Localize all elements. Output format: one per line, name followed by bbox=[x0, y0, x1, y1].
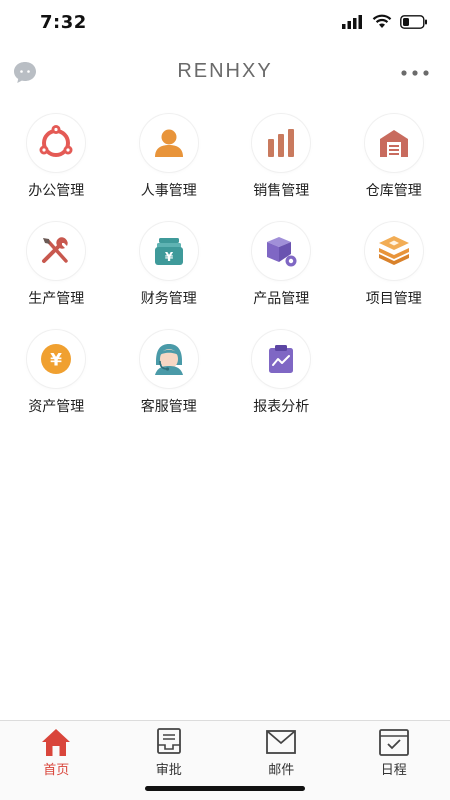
calendar-icon bbox=[378, 729, 409, 756]
warehouse-icon-circle bbox=[364, 114, 423, 172]
module-label: 报表分析 bbox=[253, 399, 310, 415]
tab-label: 首页 bbox=[43, 763, 70, 778]
module-finance[interactable]: ¥ 财务管理 bbox=[113, 222, 226, 310]
home-indicator bbox=[145, 786, 305, 791]
tools-icon bbox=[42, 237, 68, 263]
module-label: 仓库管理 bbox=[365, 183, 422, 199]
module-hr[interactable]: 人事管理 bbox=[113, 114, 226, 202]
module-label: 生产管理 bbox=[28, 291, 85, 307]
module-production[interactable]: 生产管理 bbox=[0, 222, 113, 310]
warehouse-icon bbox=[379, 130, 408, 157]
more-icon[interactable] bbox=[400, 66, 430, 80]
report-icon bbox=[269, 345, 294, 373]
customer-service-icon bbox=[154, 344, 183, 375]
module-label: 客服管理 bbox=[140, 399, 197, 415]
tab-label: 日程 bbox=[380, 763, 407, 778]
module-label: 项目管理 bbox=[365, 291, 422, 307]
module-product[interactable]: 产品管理 bbox=[225, 222, 338, 310]
wifi-icon bbox=[372, 14, 392, 28]
module-label: 产品管理 bbox=[253, 291, 310, 307]
svg-text:¥: ¥ bbox=[50, 351, 62, 371]
module-label: 财务管理 bbox=[140, 291, 197, 307]
person-icon-circle bbox=[139, 114, 198, 172]
person-icon bbox=[154, 129, 183, 157]
product-box-icon bbox=[267, 237, 297, 267]
bar-chart-icon-circle bbox=[252, 114, 311, 172]
finance-icon: ¥ bbox=[154, 238, 183, 265]
yen-coin-icon: ¥ bbox=[41, 344, 72, 374]
tools-icon-circle bbox=[27, 222, 86, 280]
approval-icon bbox=[156, 728, 181, 754]
module-report[interactable]: 报表分析 bbox=[225, 330, 338, 418]
layers-icon-circle bbox=[364, 222, 423, 280]
finance-icon-circle: ¥ bbox=[139, 222, 198, 280]
report-icon-circle bbox=[252, 330, 311, 388]
svg-text:¥: ¥ bbox=[165, 250, 174, 264]
product-box-icon-circle bbox=[252, 222, 311, 280]
home-icon bbox=[42, 729, 71, 756]
bar-chart-icon bbox=[268, 129, 295, 157]
module-sales[interactable]: 销售管理 bbox=[225, 114, 338, 202]
module-label: 办公管理 bbox=[28, 183, 85, 199]
module-grid: 办公管理 人事管理 销售管理 仓库管理 生产管理 ¥ 财务管理 产品管理 项目管… bbox=[0, 114, 450, 418]
tab-calendar[interactable]: 日程 bbox=[338, 721, 450, 800]
tab-label: 审批 bbox=[155, 763, 182, 778]
status-bar: 7:32 bbox=[0, 0, 450, 48]
office-icon-circle bbox=[27, 114, 86, 172]
module-label: 资产管理 bbox=[28, 399, 85, 415]
office-icon bbox=[39, 125, 73, 157]
module-warehouse[interactable]: 仓库管理 bbox=[338, 114, 450, 202]
customer-service-icon-circle bbox=[139, 330, 198, 388]
module-project[interactable]: 项目管理 bbox=[338, 222, 450, 310]
nav-bar: RENHXY bbox=[0, 52, 450, 94]
module-assets[interactable]: ¥ 资产管理 bbox=[0, 330, 113, 418]
module-office[interactable]: 办公管理 bbox=[0, 114, 113, 202]
cellular-signal-icon bbox=[342, 14, 362, 29]
module-customer-service[interactable]: 客服管理 bbox=[113, 330, 226, 418]
tab-home[interactable]: 首页 bbox=[0, 721, 113, 800]
yen-coin-icon-circle: ¥ bbox=[27, 330, 86, 388]
app-title: RENHXY bbox=[177, 60, 273, 82]
battery-icon bbox=[400, 14, 427, 29]
mail-icon bbox=[266, 730, 297, 754]
tab-label: 邮件 bbox=[268, 763, 295, 778]
status-time: 7:32 bbox=[40, 12, 87, 33]
module-label: 人事管理 bbox=[140, 183, 197, 199]
status-icons bbox=[342, 14, 428, 29]
module-label: 销售管理 bbox=[253, 183, 310, 199]
layers-icon bbox=[378, 236, 409, 265]
